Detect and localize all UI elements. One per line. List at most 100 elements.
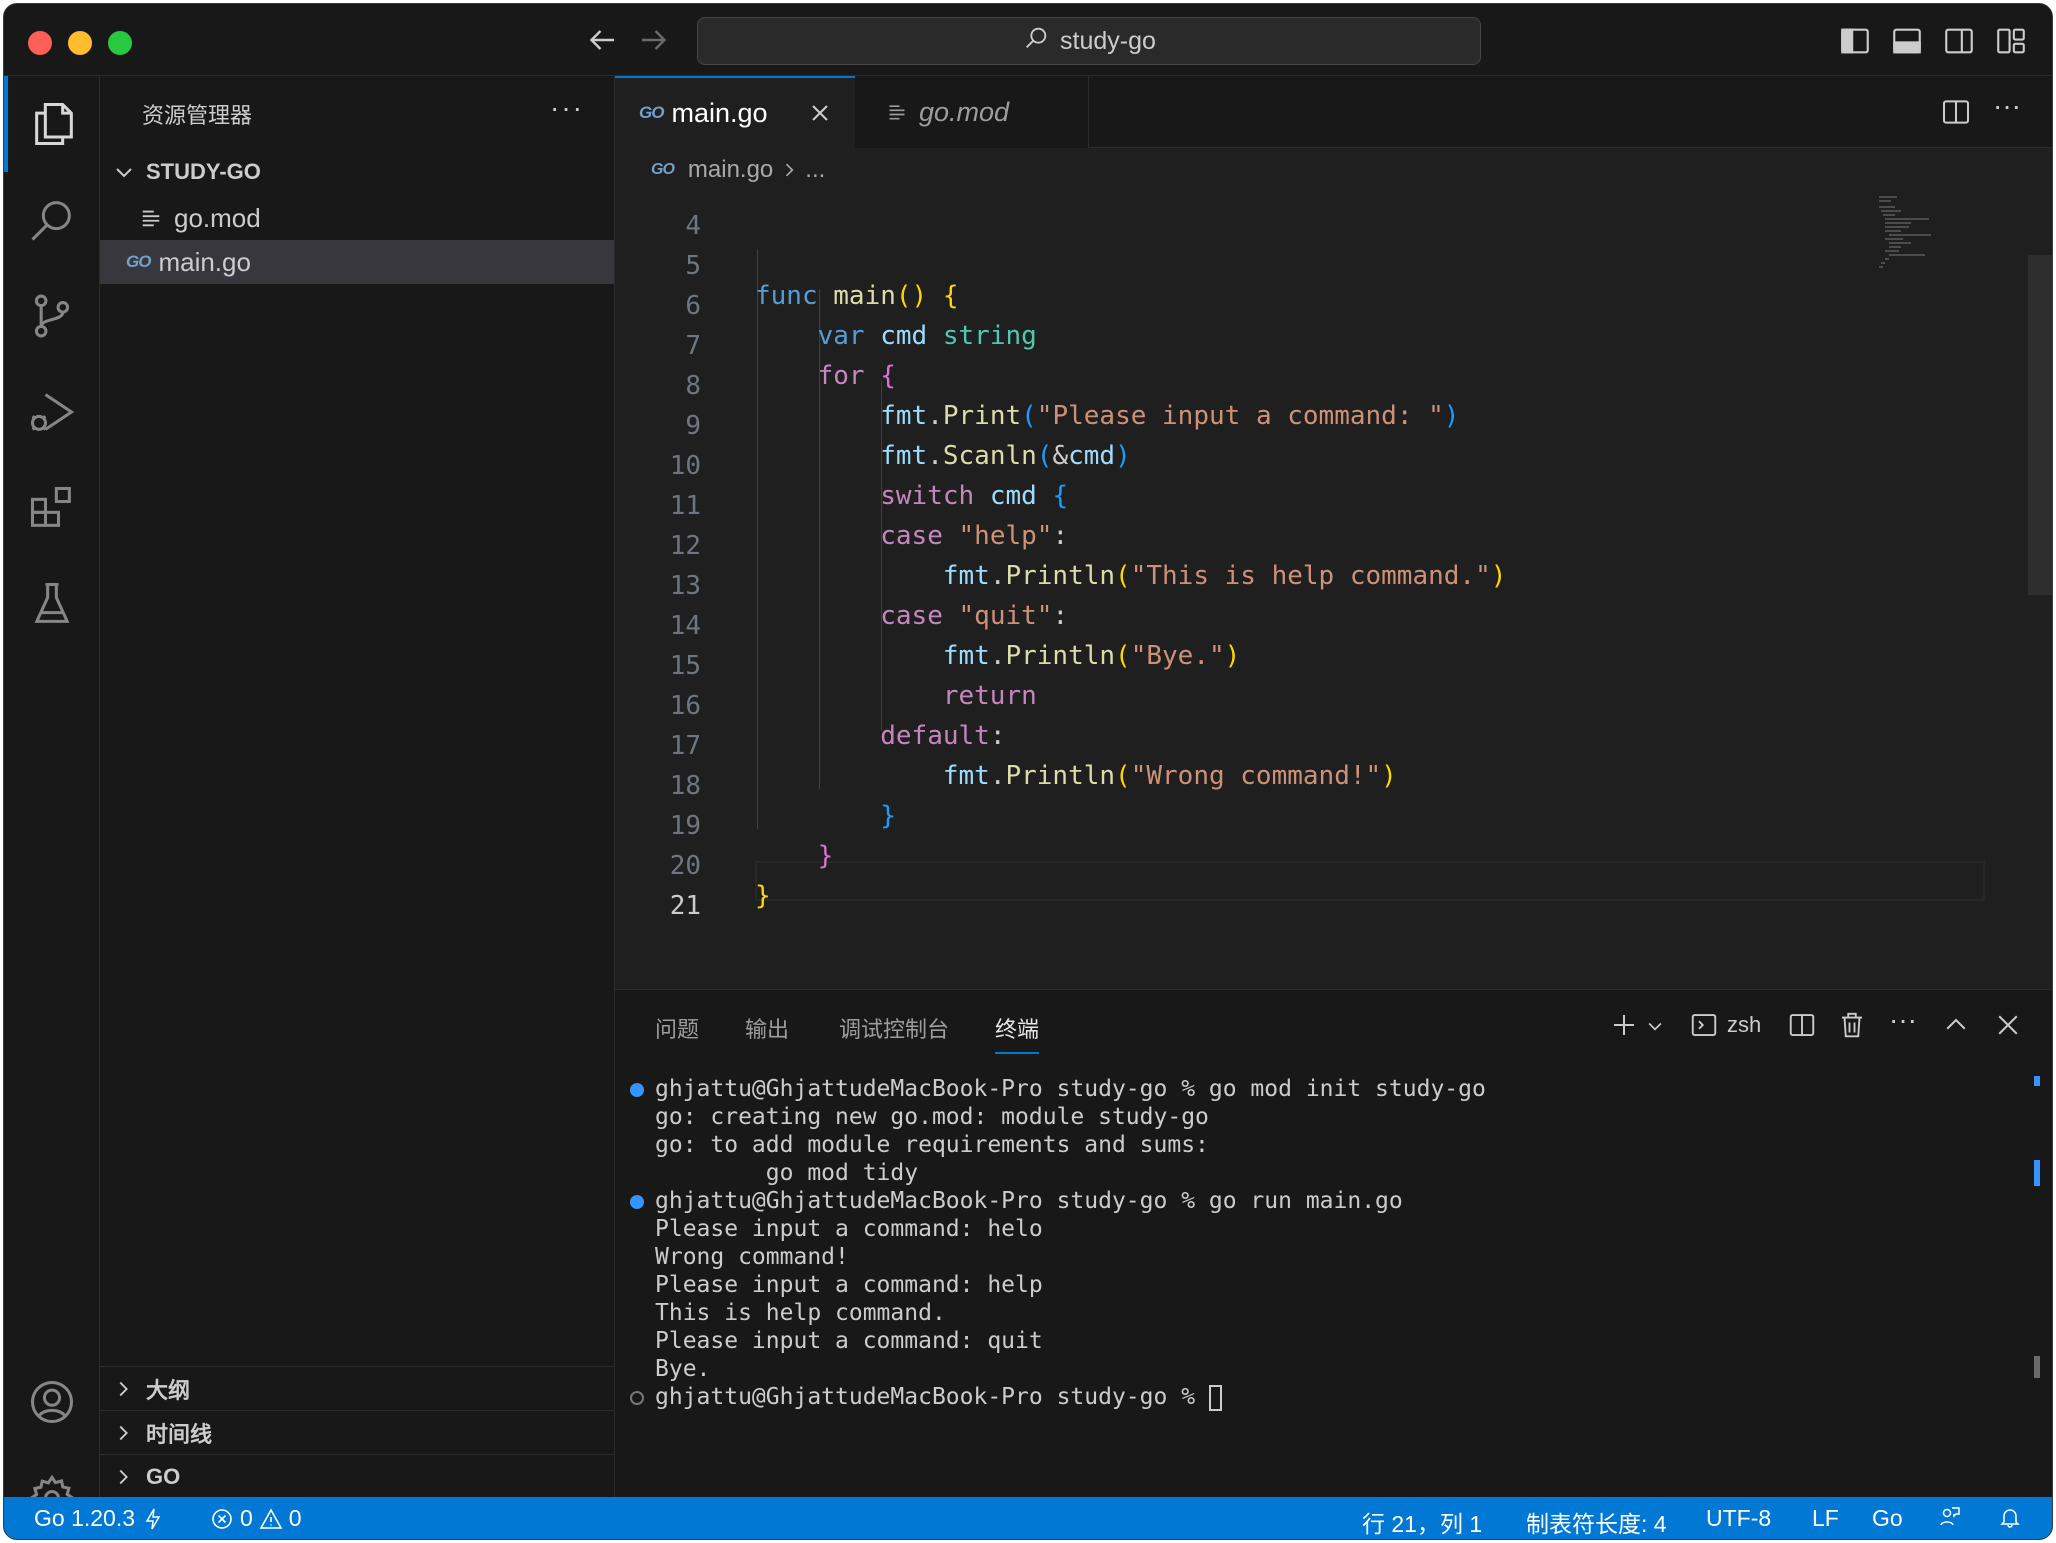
warning-icon: [259, 1507, 283, 1529]
search-icon[interactable]: [4, 172, 100, 268]
tab-terminal[interactable]: 终端: [995, 1012, 1040, 1054]
terminal-line: Please input a command: helo: [655, 1216, 1043, 1242]
tab-label: main.go: [671, 97, 768, 128]
go-file-icon: GO: [651, 161, 675, 178]
problems-status[interactable]: 0 0: [210, 1505, 302, 1532]
code-line: 10 switch cmd {: [669, 451, 1069, 511]
lightning-icon: [145, 1508, 161, 1529]
explorer-icon[interactable]: [4, 76, 100, 172]
terminal-prompt: ghjattu@GhjattudeMacBook-Pro study-go %: [655, 1384, 1222, 1412]
editor-tabs: GO main.go go.mod ···: [615, 76, 2052, 148]
go-version-status[interactable]: Go 1.20.3: [34, 1505, 165, 1532]
terminal-line: Please input a command: help: [655, 1272, 1043, 1298]
minimap[interactable]: [1875, 193, 1985, 273]
notifications-bell-icon[interactable]: [1998, 1505, 2022, 1529]
code-line: 5 func main() {: [685, 251, 959, 311]
code-line: 6 var cmd string: [685, 291, 1037, 351]
go-file-icon: GO: [126, 252, 151, 271]
terminal-line: ghjattu@GhjattudeMacBook-Pro study-go % …: [655, 1076, 1486, 1102]
customize-layout-icon[interactable]: [1994, 24, 2028, 58]
command-center-search[interactable]: study-go: [697, 17, 1481, 65]
close-window-button[interactable]: [28, 31, 52, 55]
terminal-line: go: creating new go.mod: module study-go: [655, 1104, 1209, 1130]
accounts-icon[interactable]: [4, 1354, 100, 1450]
toggle-secondary-sidebar-icon[interactable]: [1942, 24, 1976, 58]
tab-size-status[interactable]: 制表符长度: 4: [1526, 1505, 1667, 1539]
close-panel-icon[interactable]: [1993, 1010, 2023, 1045]
toggle-primary-sidebar-icon[interactable]: [1838, 24, 1872, 58]
chevron-right-icon: [119, 1469, 128, 1484]
command-success-dot[interactable]: [630, 1083, 644, 1097]
terminal-line: Please input a command: quit: [655, 1328, 1043, 1354]
code-line: 7 for {: [685, 331, 896, 391]
folder-study-go[interactable]: STUDY-GO: [100, 152, 614, 192]
chevron-down-icon[interactable]: [1645, 1016, 1665, 1041]
terminal-shell-selector[interactable]: zsh: [1689, 1010, 1761, 1040]
lines-icon: [889, 105, 905, 120]
split-editor-icon[interactable]: [1940, 96, 1972, 133]
terminal-line: Bye.: [655, 1356, 711, 1382]
source-control-icon[interactable]: [4, 268, 100, 364]
code-line: 19 }: [669, 811, 834, 871]
terminal-icon: [1691, 1014, 1717, 1036]
eol-status[interactable]: LF: [1812, 1505, 1839, 1532]
back-arrow-icon[interactable]: [584, 22, 620, 58]
tab-label: go.mod: [919, 96, 1010, 127]
editor-more-actions-button[interactable]: ···: [1993, 90, 2021, 122]
cursor-position-status[interactable]: 行 21，列 1: [1362, 1505, 1482, 1539]
breadcrumb-file[interactable]: main.go: [688, 156, 773, 184]
code-line: 14 fmt.Println("Bye."): [669, 611, 1241, 671]
tab-debug-console[interactable]: 调试控制台: [839, 1012, 949, 1054]
title-bar: study-go: [4, 4, 2052, 76]
tab-main-go[interactable]: GO main.go: [615, 76, 855, 148]
terminal-line: go mod tidy: [655, 1160, 919, 1186]
file-item-main-go[interactable]: GO main.go: [100, 240, 614, 284]
breadcrumb-symbol[interactable]: ...: [805, 156, 825, 184]
split-terminal-icon[interactable]: [1787, 1010, 1817, 1045]
chevron-right-icon: [119, 1425, 128, 1440]
command-success-dot[interactable]: [630, 1195, 644, 1209]
code-line: 4: [685, 211, 701, 241]
editor-scrollbar[interactable]: [2028, 255, 2052, 595]
section-outline[interactable]: 大纲: [100, 1366, 614, 1410]
shell-name: zsh: [1727, 1012, 1762, 1037]
toggle-panel-icon[interactable]: [1890, 24, 1924, 58]
encoding-status[interactable]: UTF-8: [1706, 1505, 1771, 1532]
code-line: 8 fmt.Print("Please input a command: "): [685, 371, 1460, 431]
section-timeline[interactable]: 时间线: [100, 1410, 614, 1454]
code-editor[interactable]: 4 5 func main() { 6 var cmd string 7 for…: [615, 191, 2052, 989]
code-line: 15 return: [669, 651, 1037, 711]
extensions-icon[interactable]: [4, 460, 100, 556]
new-terminal-plus-icon[interactable]: [1609, 1010, 1639, 1045]
maximize-panel-chevron-up-icon[interactable]: [1941, 1010, 1971, 1045]
panel-more-actions-button[interactable]: ···: [1889, 1004, 1917, 1036]
folder-label: STUDY-GO: [146, 159, 261, 184]
tab-go-mod[interactable]: go.mod: [855, 76, 1089, 148]
explorer-more-actions-button[interactable]: ···: [550, 92, 584, 124]
file-item-go-mod[interactable]: go.mod: [100, 196, 614, 240]
chevron-right-icon: [119, 1381, 128, 1396]
testing-icon[interactable]: [4, 556, 100, 652]
explorer-sidebar: 资源管理器 ··· STUDY-GO go.mod GO main.go 大纲 …: [100, 76, 615, 1497]
maximize-window-button[interactable]: [108, 31, 132, 55]
code-line: 12 fmt.Println("This is help command."): [669, 531, 1507, 591]
minimize-window-button[interactable]: [68, 31, 92, 55]
search-icon: [1022, 24, 1050, 59]
tab-output[interactable]: 输出: [745, 1012, 789, 1054]
tab-problems[interactable]: 问题: [655, 1012, 699, 1054]
close-icon[interactable]: [808, 101, 832, 125]
section-label: GO: [146, 1463, 181, 1489]
code-line: 11 case "help":: [669, 491, 1069, 551]
section-go[interactable]: GO: [100, 1454, 614, 1498]
forward-arrow-icon[interactable]: [636, 22, 672, 58]
terminal-line: ghjattu@GhjattudeMacBook-Pro study-go % …: [655, 1188, 1403, 1214]
feedback-icon[interactable]: [1938, 1505, 1962, 1529]
vscode-window: study-go 资源管理器 ··· STUDY-GO go.mod GO ma…: [3, 3, 2053, 1540]
run-debug-icon[interactable]: [4, 364, 100, 460]
language-mode-status[interactable]: Go: [1872, 1505, 1903, 1532]
file-label: main.go: [158, 246, 251, 277]
command-pending-dot: [630, 1391, 644, 1405]
activity-bar: [4, 76, 100, 1522]
trash-icon[interactable]: [1837, 1010, 1867, 1045]
chevron-right-icon: [786, 163, 794, 177]
